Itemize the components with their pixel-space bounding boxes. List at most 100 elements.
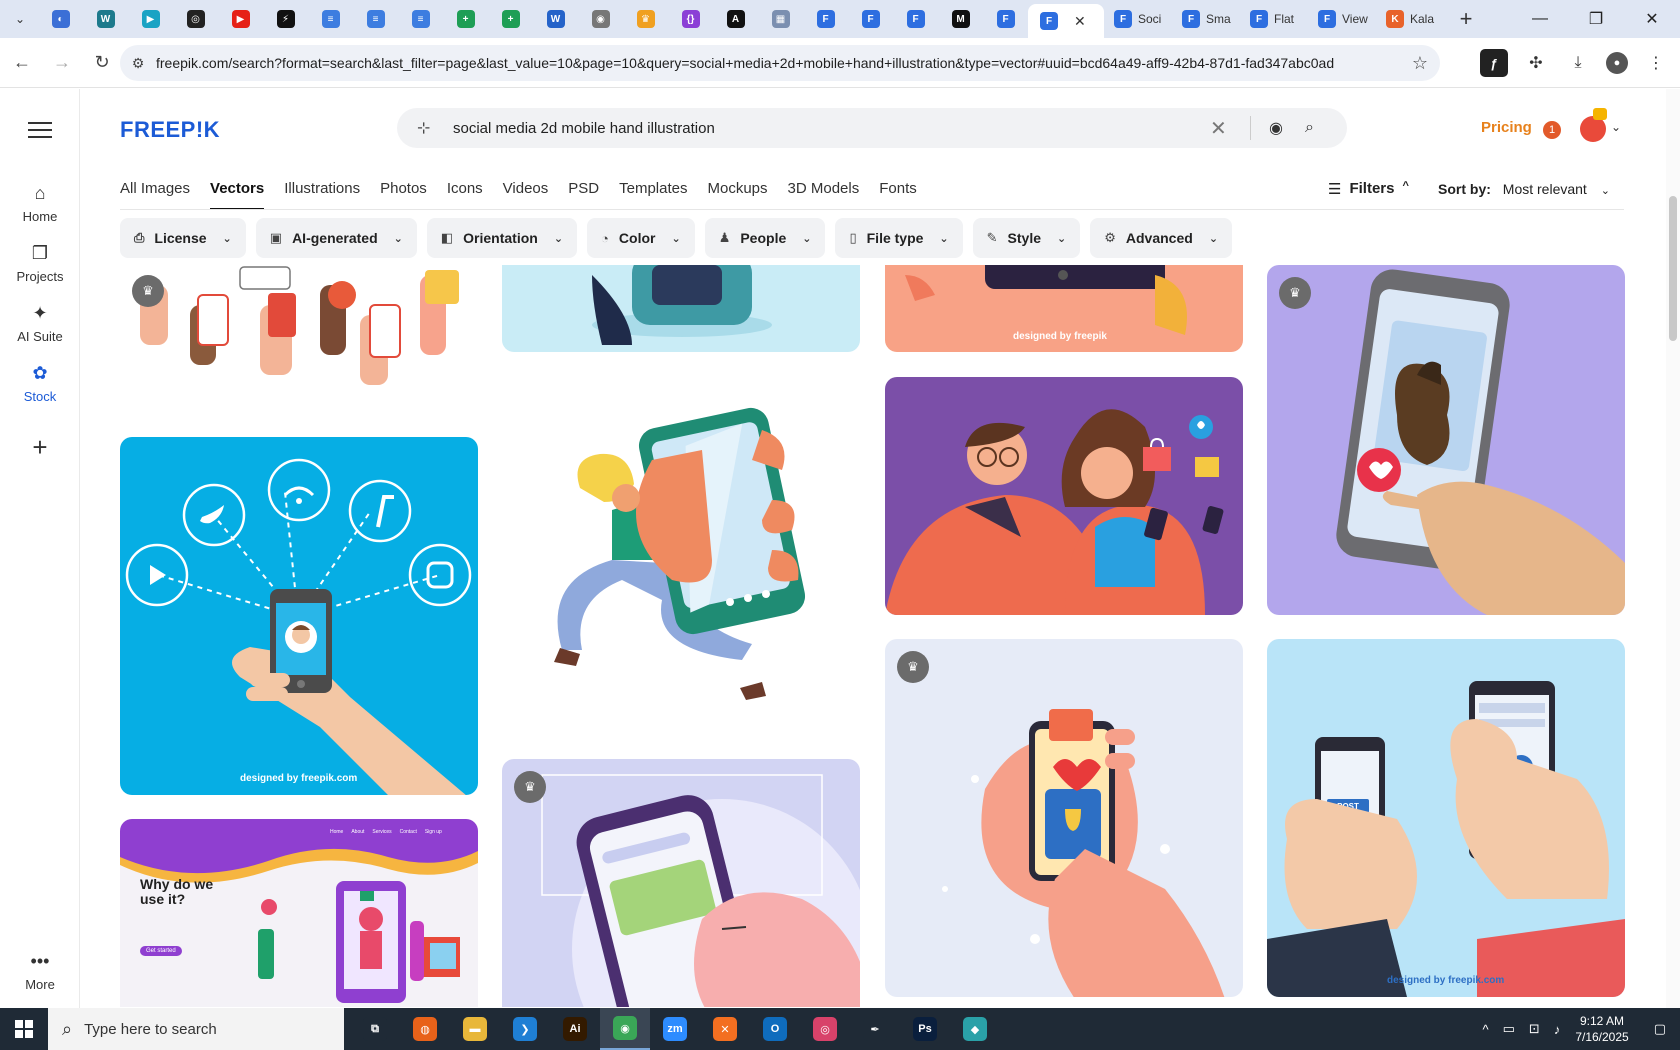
browser-tab[interactable]: ▦: [758, 4, 803, 34]
browser-tab[interactable]: W: [533, 4, 578, 34]
font-extension-icon[interactable]: ƒ: [1480, 49, 1508, 77]
taskbar-app-zoom[interactable]: zm: [650, 1008, 700, 1050]
page-scrollbar-thumb[interactable]: [1669, 196, 1677, 341]
tab-3d-models[interactable]: 3D Models: [788, 180, 860, 210]
filter-file-type[interactable]: ▯ File type ⌄: [835, 218, 963, 258]
browser-tab[interactable]: F Flat: [1240, 4, 1308, 34]
filters-toggle[interactable]: ☰ Filters ^: [1328, 180, 1409, 198]
result-card[interactable]: ♛: [120, 265, 478, 385]
taskbar-app-task-view[interactable]: ⧉: [350, 1008, 400, 1050]
taskbar-app-pen[interactable]: ✒: [850, 1008, 900, 1050]
browser-tab[interactable]: K Kala: [1376, 4, 1444, 34]
new-tab-button[interactable]: +: [1450, 3, 1482, 35]
filter-license[interactable]: ⎙ License ⌄: [120, 218, 246, 258]
browser-tab[interactable]: M: [938, 4, 983, 34]
taskbar-search-box[interactable]: ⌕ Type here to search: [48, 1008, 344, 1050]
browser-tab[interactable]: ≡: [308, 4, 353, 34]
browser-tab-active[interactable]: F ✕: [1028, 4, 1104, 38]
browser-tab[interactable]: +: [488, 4, 533, 34]
result-card[interactable]: designed by freepik.com: [120, 437, 478, 795]
rail-item-stock[interactable]: ✿ Stock: [0, 361, 80, 404]
browser-tab[interactable]: F: [893, 4, 938, 34]
browser-tab[interactable]: A: [713, 4, 758, 34]
filter-style[interactable]: ✎ Style ⌄: [972, 218, 1081, 258]
site-info-icon[interactable]: ⚙: [120, 55, 156, 72]
browser-tab[interactable]: ◎: [173, 4, 218, 34]
forward-icon[interactable]: →: [44, 45, 80, 81]
result-card[interactable]: [502, 265, 860, 352]
close-window-icon[interactable]: ✕: [1624, 0, 1680, 38]
result-card[interactable]: POST designed by freepik.com: [1267, 639, 1625, 997]
tab-psd[interactable]: PSD: [568, 180, 599, 210]
taskbar-app-outlook[interactable]: O: [750, 1008, 800, 1050]
tab-mockups[interactable]: Mockups: [707, 180, 767, 210]
meet-icon[interactable]: ▭: [1503, 1021, 1515, 1037]
browser-tab[interactable]: W: [83, 4, 128, 34]
taskbar-app-explorer[interactable]: ▬: [450, 1008, 500, 1050]
browser-tab[interactable]: F Soci: [1104, 4, 1172, 34]
browser-tab[interactable]: ≡: [398, 4, 443, 34]
tab-templates[interactable]: Templates: [619, 180, 687, 210]
filter-advanced[interactable]: ⚙ Advanced ⌄: [1090, 218, 1233, 258]
search-mode-icon[interactable]: ⊹: [417, 118, 430, 138]
tab-all-images[interactable]: All Images: [120, 180, 190, 210]
filter-people[interactable]: ♟ People ⌄: [704, 218, 826, 258]
network-icon[interactable]: ⊡: [1529, 1021, 1540, 1037]
rail-item-home[interactable]: ⌂ Home: [0, 181, 80, 224]
omnibox[interactable]: ⚙ freepik.com/search?format=search&last_…: [120, 45, 1440, 81]
taskbar-app-illustrator[interactable]: Ai: [550, 1008, 600, 1050]
browser-tab[interactable]: ▶: [218, 4, 263, 34]
camera-search-icon[interactable]: ◉: [1269, 118, 1283, 138]
notification-badge[interactable]: 1: [1543, 121, 1561, 139]
tab-illustrations[interactable]: Illustrations: [284, 180, 360, 210]
clock[interactable]: 9:12 AM 7/16/2025: [1575, 1013, 1628, 1045]
result-card[interactable]: ♛: [885, 639, 1243, 997]
tab-videos[interactable]: Videos: [503, 180, 549, 210]
taskbar-app-vscode[interactable]: ❯: [500, 1008, 550, 1050]
search-input[interactable]: [453, 116, 1233, 140]
tab-vectors[interactable]: Vectors: [210, 180, 265, 210]
result-card[interactable]: ♛: [502, 759, 860, 1007]
browser-tab[interactable]: F: [983, 4, 1028, 34]
clear-search-icon[interactable]: ✕: [1210, 116, 1227, 141]
tab-search-chevron-icon[interactable]: ⌄: [6, 5, 34, 33]
browser-tab[interactable]: ♛: [623, 4, 668, 34]
hamburger-menu-icon[interactable]: [28, 117, 52, 143]
notifications-icon[interactable]: ▢: [1654, 1021, 1666, 1037]
taskbar-app-xampp[interactable]: ✕: [700, 1008, 750, 1050]
result-card[interactable]: ♛: [1267, 265, 1625, 615]
browser-tab[interactable]: ◐: [38, 4, 83, 34]
tab-fonts[interactable]: Fonts: [879, 180, 917, 210]
back-icon[interactable]: ←: [4, 45, 40, 81]
taskbar-app-cc[interactable]: ◎: [800, 1008, 850, 1050]
search-icon[interactable]: ⌕: [1305, 119, 1314, 137]
result-card[interactable]: designed by freepik: [885, 265, 1243, 352]
reload-icon[interactable]: ↻: [84, 45, 120, 81]
tab-icons[interactable]: Icons: [447, 180, 483, 210]
bookmark-star-icon[interactable]: ☆: [1412, 53, 1428, 74]
tab-photos[interactable]: Photos: [380, 180, 427, 210]
account-chevron-icon[interactable]: ⌄: [1611, 120, 1621, 134]
taskbar-app-photoshop[interactable]: Ps: [900, 1008, 950, 1050]
filter-ai-generated[interactable]: ▣ AI-generated ⌄: [255, 218, 417, 258]
filter-color[interactable]: ◔ Color ⌄: [587, 218, 695, 258]
extensions-puzzle-icon[interactable]: ✣: [1522, 49, 1550, 77]
browser-tab[interactable]: {}: [668, 4, 713, 34]
rail-item-ai-suite[interactable]: ✦ AI Suite: [0, 301, 80, 344]
chevron-up-icon[interactable]: ^: [1483, 1022, 1489, 1037]
rail-item-more[interactable]: ••• More: [0, 949, 80, 992]
create-plus-icon[interactable]: +: [20, 427, 60, 467]
taskbar-app-gem[interactable]: ◆: [950, 1008, 1000, 1050]
browser-tab[interactable]: +: [443, 4, 488, 34]
profile-avatar-icon[interactable]: ●: [1606, 52, 1628, 74]
freepik-logo[interactable]: FREEP!K: [120, 117, 220, 143]
sort-dropdown[interactable]: Sort by: Most relevant ⌄: [1438, 181, 1610, 197]
close-tab-icon[interactable]: ✕: [1074, 13, 1086, 30]
browser-tab[interactable]: F: [803, 4, 848, 34]
browser-tab[interactable]: F View: [1308, 4, 1376, 34]
taskbar-app-chrome[interactable]: ◉: [600, 1008, 650, 1050]
maximize-icon[interactable]: ❐: [1568, 0, 1624, 38]
url-text[interactable]: freepik.com/search?format=search&last_fi…: [156, 55, 1376, 71]
minimize-icon[interactable]: —: [1512, 0, 1568, 38]
browser-tab[interactable]: F: [848, 4, 893, 34]
